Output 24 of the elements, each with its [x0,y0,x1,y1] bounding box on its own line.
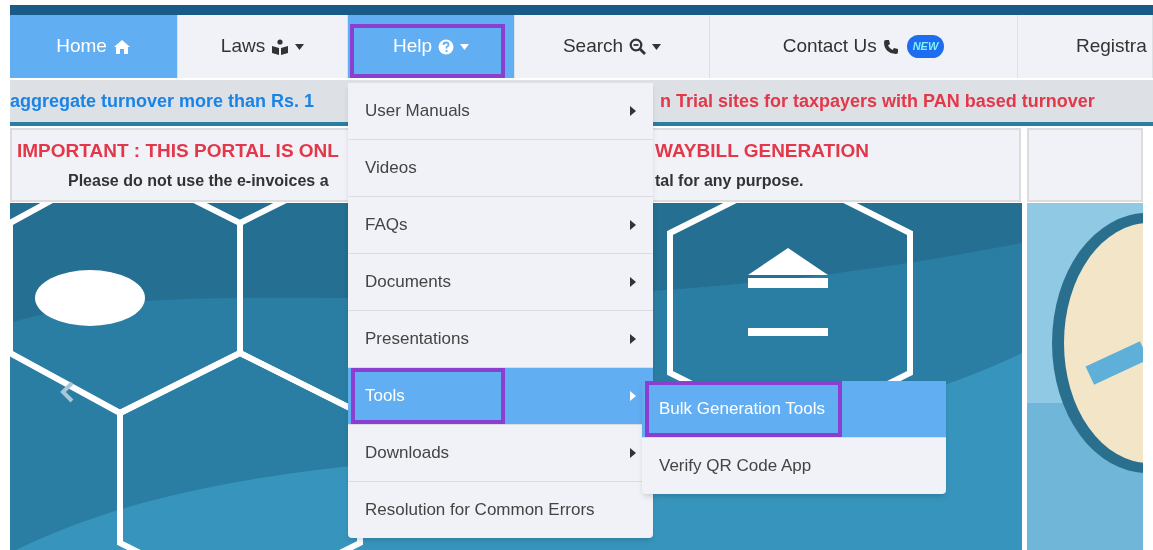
ticker-text: aggregate turnover more than Rs. 1 [10,89,315,113]
nav-tab[interactable]: Registra [1018,15,1152,78]
phone-icon [882,38,899,55]
nav-tab[interactable]: Laws [178,15,347,78]
menu-item[interactable]: Videos [348,140,653,196]
book-reader-icon [271,38,290,55]
notice-title: WAYBILL GENERATION [655,138,869,163]
nav-tab[interactable]: Search [515,15,709,78]
menu-item[interactable]: Documents [348,254,653,310]
new-badge: NEW [906,35,945,58]
notice-text: tal for any purpose. [655,171,804,192]
nav-tab[interactable]: Contact Us NEW [710,15,1017,78]
menu-item[interactable]: FAQs [348,197,653,253]
chevron-left-icon[interactable] [60,381,74,403]
notice-text: Please do not use the e-invoices a [68,171,329,192]
question-circle-icon [438,38,455,55]
caret-down-icon [460,43,470,50]
menu-item[interactable]: User Manuals [348,83,653,139]
notice-title: IMPORTANT : THIS PORTAL IS ONL [17,138,339,163]
home-icon [112,38,131,55]
caret-down-icon [295,43,305,50]
caret-down-icon [652,43,662,50]
ticker-text: n Trial sites for taxpayers with PAN based turnover [660,89,1095,113]
menu-item[interactable]: Presentations [348,311,653,367]
